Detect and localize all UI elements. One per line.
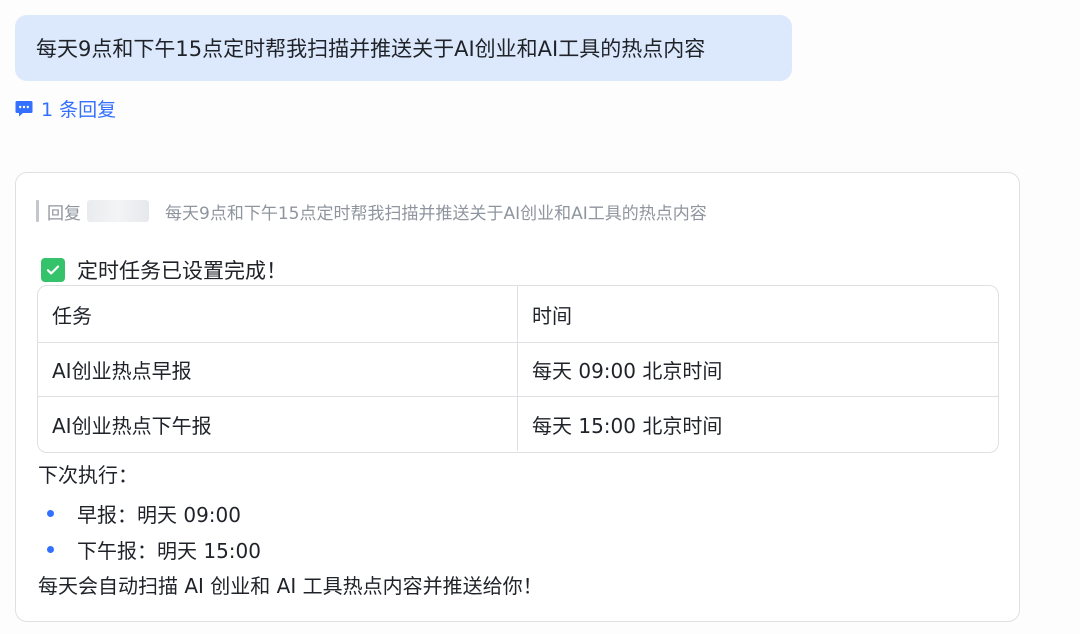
quoted-message[interactable]: 回复 每天9点和下午15点定时帮我扫描并推送关于AI创业和AI工具的热点内容 <box>36 199 707 224</box>
quote-label: 回复 <box>47 203 81 224</box>
quote-text: 每天9点和下午15点定时帮我扫描并推送关于AI创业和AI工具的热点内容 <box>165 203 707 224</box>
status-text: 定时任务已设置完成！ <box>77 259 287 283</box>
table-cell-time: 每天 15:00 北京时间 <box>532 413 723 438</box>
list-item: 下午报：明天 15:00 <box>38 531 261 567</box>
redacted-username <box>87 200 149 222</box>
schedule-table: 任务 时间 AI创业热点早报 每天 09:00 北京时间 AI创业热点下午报 每… <box>37 285 999 453</box>
comment-icon <box>15 100 33 116</box>
reply-count-label[interactable]: 1 条回复 <box>41 95 116 122</box>
table-cell-time: 每天 09:00 北京时间 <box>518 343 998 397</box>
message-text: 每天9点和下午15点定时帮我扫描并推送关于AI创业和AI工具的热点内容 <box>36 37 706 61</box>
message-bubble: 每天9点和下午15点定时帮我扫描并推送关于AI创业和AI工具的热点内容 <box>15 15 792 81</box>
table-cell-task: AI创业热点早报 <box>38 343 518 397</box>
check-icon <box>41 258 65 282</box>
reply-card: 回复 每天9点和下午15点定时帮我扫描并推送关于AI创业和AI工具的热点内容 定… <box>15 172 1020 622</box>
next-run-title: 下次执行： <box>38 463 138 487</box>
list-item: 早报：明天 09:00 <box>38 495 261 531</box>
table-header-task: 任务 <box>38 286 518 343</box>
table-header-time: 时间 <box>518 286 998 343</box>
reply-count-link[interactable]: 1 条回复 <box>15 95 116 121</box>
next-run-list: 早报：明天 09:00 下午报：明天 15:00 <box>38 495 261 567</box>
quote-bar <box>36 200 39 222</box>
bullet-dot <box>47 545 54 553</box>
table-cell-task: AI创业热点下午报 <box>38 397 518 451</box>
footer-note: 每天会自动扫描 AI 创业和 AI 工具热点内容并推送给你！ <box>38 574 543 598</box>
task-status: 定时任务已设置完成！ <box>41 255 287 285</box>
next-run-item: 下午报：明天 15:00 <box>77 538 261 563</box>
bullet-dot <box>47 509 54 517</box>
next-run-item: 早报：明天 09:00 <box>77 502 241 527</box>
